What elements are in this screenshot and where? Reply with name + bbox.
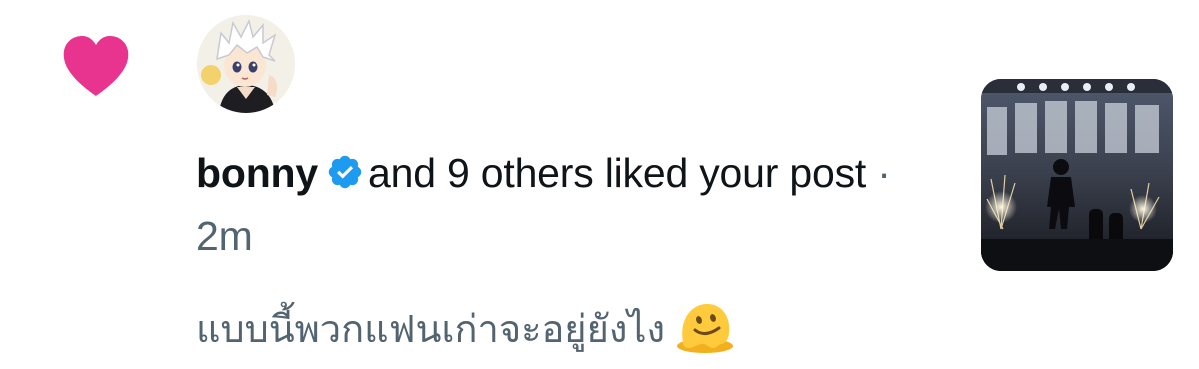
avatar[interactable] [197,15,295,113]
verified-badge-icon [328,155,362,189]
separator-dot: · [877,150,891,196]
post-thumbnail[interactable] [981,79,1173,271]
notification-text: bonny and 9 others liked your post · 2m [196,142,936,268]
melting-face-emoji [677,304,734,353]
heart-icon [63,36,129,96]
username[interactable]: bonny [196,150,318,196]
comment-text: แบบนี้พวกแฟนเก่าจะอยู่ยังไง [196,309,666,351]
timestamp[interactable]: 2m [196,213,253,259]
post-comment: แบบนี้พวกแฟนเก่าจะอยู่ยังไง [196,298,735,355]
like-notification[interactable]: bonny and 9 others liked your post · 2m … [0,0,1199,369]
action-text: and 9 others liked your post [367,150,867,196]
